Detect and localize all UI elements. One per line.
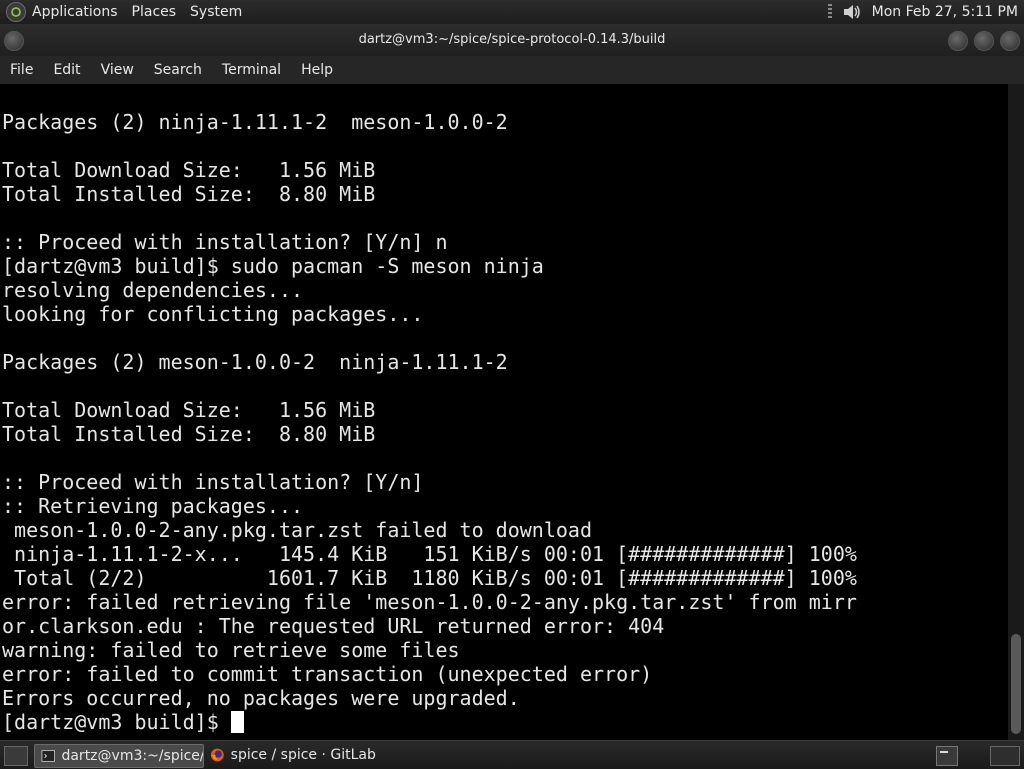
- terminal-line: or.clarkson.edu : The requested URL retu…: [2, 614, 665, 638]
- panel-tray: Mon Feb 27, 5:11 PM: [827, 0, 1018, 24]
- terminal-line: Total Installed Size: 8.80 MiB: [2, 422, 376, 446]
- maximize-button[interactable]: [974, 31, 994, 51]
- terminal-line: Packages (2) ninja-1.11.1-2 meson-1.0.0-…: [2, 110, 508, 134]
- menu-terminal[interactable]: Terminal: [212, 62, 291, 78]
- system-menu[interactable]: System: [190, 4, 242, 20]
- workspace-switcher[interactable]: [990, 746, 1020, 766]
- terminal-line: warning: failed to retrieve some files: [2, 638, 460, 662]
- terminal-launcher-icon[interactable]: [936, 746, 958, 766]
- window-title: dartz@vm3:~/spice/spice-protocol-0.14.3/…: [358, 32, 666, 47]
- menu-search[interactable]: Search: [144, 62, 212, 78]
- menu-help[interactable]: Help: [291, 62, 343, 78]
- terminal-line: [dartz@vm3 build]$ sudo pacman -S meson …: [2, 254, 544, 278]
- task-firefox[interactable]: spice / spice · GitLab...: [204, 744, 376, 766]
- window-titlebar[interactable]: dartz@vm3:~/spice/spice-protocol-0.14.3/…: [0, 24, 1024, 56]
- task-terminal[interactable]: dartz@vm3:~/spice/...: [34, 744, 204, 768]
- terminal-line: looking for conflicting packages...: [2, 302, 424, 326]
- show-desktop-icon[interactable]: [4, 746, 28, 766]
- text-cursor[interactable]: [230, 711, 244, 733]
- terminal-line: Total Download Size: 1.56 MiB: [2, 158, 376, 182]
- terminal-line: Errors occurred, no packages were upgrad…: [2, 686, 520, 710]
- terminal-icon: [41, 750, 56, 762]
- panel-handle-icon: [827, 4, 832, 20]
- terminal-line: Packages (2) meson-1.0.0-2 ninja-1.11.1-…: [2, 350, 508, 374]
- terminal-line: :: Proceed with installation? [Y/n] n: [2, 230, 448, 254]
- terminal-line: error: failed retrieving file 'meson-1.0…: [2, 590, 857, 614]
- task-label: dartz@vm3:~/spice/...: [61, 748, 203, 764]
- terminal-line: Total Download Size: 1.56 MiB: [2, 398, 376, 422]
- minimize-button[interactable]: [948, 31, 968, 51]
- applications-menu[interactable]: Applications: [32, 4, 118, 20]
- terminal-menubar: File Edit View Search Terminal Help: [0, 56, 1024, 85]
- task-label: spice / spice · GitLab...: [230, 747, 376, 763]
- terminal-line: ninja-1.11.1-2-x... 145.4 KiB 151 KiB/s …: [2, 542, 857, 566]
- volume-icon[interactable]: [842, 3, 862, 21]
- terminal-line: resolving dependencies...: [2, 278, 304, 302]
- vertical-scrollbar[interactable]: [1008, 84, 1024, 740]
- firefox-icon: [210, 748, 224, 762]
- menu-view[interactable]: View: [91, 62, 144, 78]
- terminal-line: :: Proceed with installation? [Y/n]: [2, 470, 424, 494]
- distro-logo-icon[interactable]: [6, 2, 26, 22]
- terminal-line: Total (2/2) 1601.7 KiB 1180 KiB/s 00:01 …: [2, 566, 857, 590]
- close-button[interactable]: [1000, 31, 1020, 51]
- terminal-view[interactable]: Packages (2) ninja-1.11.1-2 meson-1.0.0-…: [0, 84, 1008, 740]
- menu-edit[interactable]: Edit: [43, 62, 90, 78]
- scrollbar-thumb[interactable]: [1011, 634, 1021, 734]
- clock[interactable]: Mon Feb 27, 5:11 PM: [872, 4, 1018, 20]
- terminal-output: Packages (2) ninja-1.11.1-2 meson-1.0.0-…: [2, 110, 857, 734]
- places-menu[interactable]: Places: [132, 4, 177, 20]
- top-panel: Applications Places System Mon Feb 27, 5…: [0, 0, 1024, 24]
- bottom-taskbar: dartz@vm3:~/spice/... spice / spice · Gi…: [0, 740, 1024, 769]
- terminal-line: Total Installed Size: 8.80 MiB: [2, 182, 376, 206]
- menu-file[interactable]: File: [0, 62, 43, 78]
- terminal-line: error: failed to commit transaction (une…: [2, 662, 653, 686]
- terminal-line: meson-1.0.0-2-any.pkg.tar.zst failed to …: [2, 518, 593, 542]
- shell-prompt: [dartz@vm3 build]$: [2, 710, 231, 734]
- terminal-line: :: Retrieving packages...: [2, 494, 304, 518]
